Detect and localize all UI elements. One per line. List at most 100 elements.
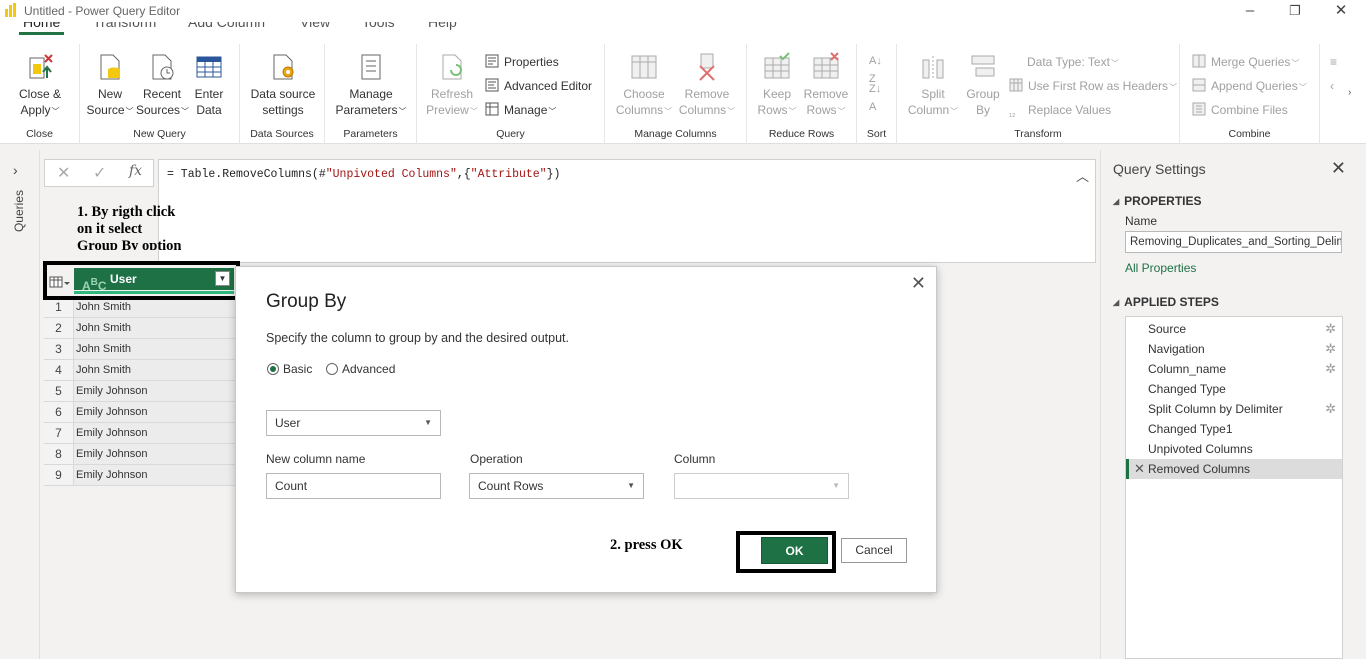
dialog-title: Group By [266, 291, 347, 312]
radio-basic[interactable]: Basic [267, 362, 312, 376]
ribbon-group-combine: Merge Queries﹀ Append Queries﹀ Combine F… [1180, 44, 1320, 144]
close-window-button[interactable]: ✕ [1331, 1, 1351, 21]
refresh-icon [442, 54, 462, 80]
applied-step[interactable]: Changed Type1 [1126, 419, 1342, 439]
row-number: 4 [44, 360, 74, 380]
properties-button[interactable]: Properties [485, 53, 559, 71]
applied-steps-header[interactable]: ◢ APPLIED STEPS [1113, 295, 1219, 309]
enter-data-button[interactable]: Enter Data [188, 52, 230, 118]
row-number: 1 [44, 297, 74, 317]
applied-step[interactable]: Split Column by Delimiter ✲ [1126, 399, 1342, 419]
cancel-formula-icon[interactable]: ✕ [57, 163, 70, 183]
query-name-input[interactable]: Removing_Duplicates_and_Sorting_Delim [1125, 231, 1342, 253]
tab-home[interactable]: Home [19, 22, 65, 35]
applied-step[interactable]: Navigation ✲ [1126, 339, 1342, 359]
cell-user[interactable]: John Smith [76, 339, 131, 359]
gear-icon[interactable]: ✲ [1325, 319, 1336, 339]
cell-user[interactable]: Emily Johnson [76, 423, 148, 443]
merge-queries-button[interactable]: Merge Queries﹀ [1192, 53, 1299, 71]
applied-step[interactable]: Removed Columns ✕ [1126, 459, 1342, 479]
cell-user[interactable]: Emily Johnson [76, 444, 148, 464]
ribbon-scroll-right-icon[interactable]: › [1348, 84, 1351, 102]
column-select[interactable]: ▼ [674, 473, 849, 499]
remove-rows-button[interactable]: Remove Rows﹀ [801, 52, 851, 120]
append-queries-button[interactable]: Append Queries﹀ [1192, 77, 1307, 95]
remove-rows-icon [813, 52, 839, 79]
table-row[interactable]: 9 Emily Johnson [44, 465, 236, 486]
restore-button[interactable]: ❐ [1285, 1, 1305, 21]
tab-tools[interactable]: Tools [362, 22, 395, 30]
formula-text: = Table.RemoveColumns(#"Unpivoted Column… [167, 168, 561, 181]
sort-descending-button[interactable]: Z↓ A [869, 80, 881, 113]
cell-user[interactable]: John Smith [76, 360, 131, 380]
dialog-close-icon[interactable]: ✕ [911, 273, 926, 294]
table-row[interactable]: 7 Emily Johnson [44, 423, 236, 444]
split-column-button[interactable]: Split Column﹀ [905, 52, 961, 120]
formula-input[interactable]: = Table.RemoveColumns(#"Unpivoted Column… [158, 159, 1096, 263]
use-first-row-headers-button[interactable]: Use First Row as Headers﹀ [1009, 77, 1177, 95]
ribbon: Close & Apply﹀ Close New Source﹀ Recent … [0, 44, 1366, 144]
manage-parameters-button[interactable]: Manage Parameters﹀ [333, 52, 409, 120]
operation-select[interactable]: Count Rows ▼ [469, 473, 644, 499]
ribbon-scroll-left-icon[interactable]: ‹ [1330, 77, 1334, 95]
cell-user[interactable]: Emily Johnson [76, 402, 148, 422]
query-settings-title: Query Settings [1113, 161, 1206, 177]
gear-icon[interactable]: ✲ [1325, 359, 1336, 379]
combine-files-button[interactable]: Combine Files [1192, 101, 1288, 119]
radio-basic-indicator [267, 363, 279, 375]
data-type-dropdown[interactable]: Data Type: Text﹀ [1027, 53, 1119, 71]
group-by-button[interactable]: Group By [963, 52, 1003, 118]
gear-icon[interactable]: ✲ [1325, 399, 1336, 419]
new-source-button[interactable]: New Source﹀ [84, 52, 136, 120]
keep-rows-button[interactable]: Keep Rows﹀ [755, 52, 799, 120]
refresh-preview-button[interactable]: Refresh Preview﹀ [423, 52, 481, 120]
cell-user[interactable]: John Smith [76, 297, 131, 317]
step-label: Source [1148, 322, 1187, 336]
ok-button[interactable]: OK [761, 537, 828, 564]
data-source-settings-button[interactable]: Data source settings [246, 52, 320, 118]
chevron-down-icon: ▼ [832, 481, 840, 490]
commit-formula-icon[interactable]: ✓ [93, 163, 106, 183]
table-row[interactable]: 2 John Smith [44, 318, 236, 339]
table-row[interactable]: 8 Emily Johnson [44, 444, 236, 465]
applied-step[interactable]: Unpivoted Columns [1126, 439, 1342, 459]
properties-header[interactable]: ◢ PROPERTIES [1113, 194, 1202, 208]
sort-ascending-button[interactable]: A↓ Z [869, 52, 882, 85]
minimize-button[interactable]: – [1240, 1, 1260, 21]
choose-columns-button[interactable]: Choose Columns﹀ [615, 52, 673, 120]
radio-advanced[interactable]: Advanced [326, 362, 395, 376]
all-properties-link[interactable]: All Properties [1125, 261, 1196, 275]
expand-queries-icon[interactable]: › [13, 162, 18, 178]
table-row[interactable]: 1 John Smith [44, 297, 236, 318]
split-column-icon [922, 56, 944, 80]
table-row[interactable]: 5 Emily Johnson [44, 381, 236, 402]
collapse-formula-icon[interactable]: ︿ [1076, 166, 1089, 185]
close-apply-button[interactable]: Close & Apply﹀ [12, 52, 68, 120]
applied-step[interactable]: Source ✲ [1126, 319, 1342, 339]
ribbon-overflow-icon[interactable]: ≡ [1330, 53, 1337, 71]
tab-add-column[interactable]: Add Column [188, 22, 265, 30]
applied-step[interactable]: Changed Type [1126, 379, 1342, 399]
group-column-select[interactable]: User ▼ [266, 410, 441, 436]
advanced-editor-button[interactable]: Advanced Editor [485, 77, 592, 95]
close-settings-icon[interactable]: ✕ [1331, 158, 1346, 179]
applied-step[interactable]: Column_name ✲ [1126, 359, 1342, 379]
recent-sources-button[interactable]: Recent Sources﹀ [136, 52, 189, 120]
cell-user[interactable]: John Smith [76, 318, 131, 338]
tab-help[interactable]: Help [428, 22, 457, 30]
cell-user[interactable]: Emily Johnson [76, 465, 148, 485]
delete-step-icon[interactable]: ✕ [1134, 459, 1145, 479]
table-row[interactable]: 6 Emily Johnson [44, 402, 236, 423]
cancel-button[interactable]: Cancel [841, 538, 907, 563]
manage-button[interactable]: Manage﹀ [485, 101, 556, 119]
new-column-name-input[interactable]: Count [266, 473, 441, 499]
tab-view[interactable]: View [300, 22, 330, 30]
gear-icon[interactable]: ✲ [1325, 339, 1336, 359]
table-row[interactable]: 3 John Smith [44, 339, 236, 360]
cell-user[interactable]: Emily Johnson [76, 381, 148, 401]
replace-values-button[interactable]: ₁₂ Replace Values [1009, 101, 1111, 119]
table-row[interactable]: 4 John Smith [44, 360, 236, 381]
tab-transform[interactable]: Transform [93, 22, 156, 30]
fx-icon[interactable]: fx [129, 163, 142, 179]
remove-columns-button[interactable]: Remove Columns﹀ [677, 52, 737, 120]
